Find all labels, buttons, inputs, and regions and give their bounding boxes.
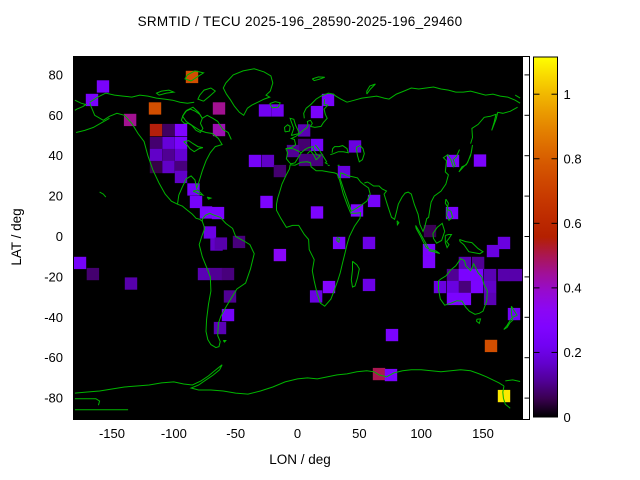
tec-cell: [311, 154, 323, 166]
y-tick-label: 0: [56, 229, 63, 244]
tec-cell: [210, 268, 222, 280]
colorbar-tick-label: 0.4: [564, 281, 582, 296]
y-tick-label: -60: [44, 350, 63, 365]
tec-cell: [311, 206, 323, 218]
tec-cell: [97, 80, 109, 92]
tec-cell: [310, 290, 322, 302]
tec-cell: [487, 245, 499, 257]
x-tick-label: 100: [410, 426, 432, 441]
tec-cell: [86, 94, 98, 106]
tec-cell: [274, 165, 286, 177]
tec-cell: [484, 269, 496, 281]
y-axis-label: LAT / deg: [9, 187, 27, 287]
x-tick-label: 0: [294, 426, 301, 441]
tec-cell: [459, 269, 471, 281]
tec-cell: [363, 237, 375, 249]
tec-cell: [447, 269, 459, 281]
y-tick-label: 20: [49, 189, 63, 204]
tec-cell: [498, 269, 510, 281]
y-tick-label: -20: [44, 269, 63, 284]
tec-cell: [485, 340, 497, 352]
y-tick-label: -80: [44, 391, 63, 406]
tec-cell: [274, 249, 286, 261]
tec-cell: [368, 195, 380, 207]
tec-cell: [200, 206, 212, 218]
tec-cell: [125, 277, 137, 289]
tec-cell: [162, 161, 174, 173]
tec-cell: [150, 137, 162, 149]
colorbar: [534, 57, 558, 417]
map-background: [74, 57, 523, 419]
y-tick-label: 40: [49, 148, 63, 163]
tec-cell: [386, 329, 398, 341]
chart-title: SRMTID / TECU 2025-196_28590-2025-196_29…: [55, 14, 545, 29]
tec-cell: [74, 257, 86, 269]
tec-cell: [298, 124, 310, 136]
tec-cell: [162, 137, 174, 149]
map-plot: 80 60 40 20 0 -20 -40 -60 -80 -150 -100 -50 0 50 100 15…: [0, 0, 640, 480]
tec-cell: [260, 196, 272, 208]
x-axis-label: LON / deg: [55, 452, 545, 467]
tec-cell: [204, 226, 216, 238]
tec-cell: [311, 106, 323, 118]
figure: 80 60 40 20 0 -20 -40 -60 -80 -150 -100 -50 0 50 100 15…: [0, 0, 640, 480]
tec-cell: [447, 281, 459, 293]
tec-cell: [198, 268, 210, 280]
tec-cell: [87, 268, 99, 280]
tec-cell: [162, 124, 174, 136]
tec-cell: [150, 149, 162, 161]
tec-cell: [474, 154, 486, 166]
tec-cell: [222, 268, 234, 280]
tec-cell: [471, 281, 483, 293]
colorbar-tick-label: 0.8: [564, 152, 582, 167]
tec-cell: [363, 279, 375, 291]
tec-cell: [262, 155, 274, 167]
tec-cell: [150, 124, 162, 136]
tec-cell: [162, 149, 174, 161]
tec-cell: [259, 104, 271, 116]
tec-cell: [498, 237, 510, 249]
tec-cell: [311, 139, 323, 151]
y-tick-label: 80: [49, 67, 63, 82]
tec-cell: [510, 269, 522, 281]
tec-cell: [434, 281, 446, 293]
tec-cell: [175, 124, 187, 136]
tec-cell: [233, 236, 245, 248]
colorbar-tick-label: 0.6: [564, 216, 582, 231]
colorbar-tick-label: 0: [564, 410, 571, 425]
y-tick-label: -40: [44, 310, 63, 325]
tec-cell: [214, 322, 226, 334]
tec-cell: [124, 114, 136, 126]
tec-cell: [249, 155, 261, 167]
tec-cell: [298, 139, 310, 151]
x-tick-label: -150: [99, 426, 125, 441]
tec-cell: [271, 104, 283, 116]
tec-cell: [299, 154, 311, 166]
tec-cell: [213, 102, 225, 114]
tec-cell: [175, 149, 187, 161]
tec-cell: [190, 196, 202, 208]
x-tick-label: -50: [226, 426, 245, 441]
x-tick-label: 50: [352, 426, 366, 441]
tec-cell: [149, 102, 161, 114]
tec-cell: [423, 256, 435, 268]
y-tick-label: 60: [49, 108, 63, 123]
x-tick-label: 150: [472, 426, 494, 441]
colorbar-tick-label: 1: [564, 87, 571, 102]
tec-cell: [459, 281, 471, 293]
tec-cell: [447, 293, 459, 305]
tec-cell: [215, 237, 227, 249]
colorbar-tick-label: 0.2: [564, 345, 582, 360]
x-tick-label: -100: [161, 426, 187, 441]
tec-cell: [459, 293, 471, 305]
tec-cell: [373, 368, 385, 380]
tec-cell: [212, 207, 224, 219]
